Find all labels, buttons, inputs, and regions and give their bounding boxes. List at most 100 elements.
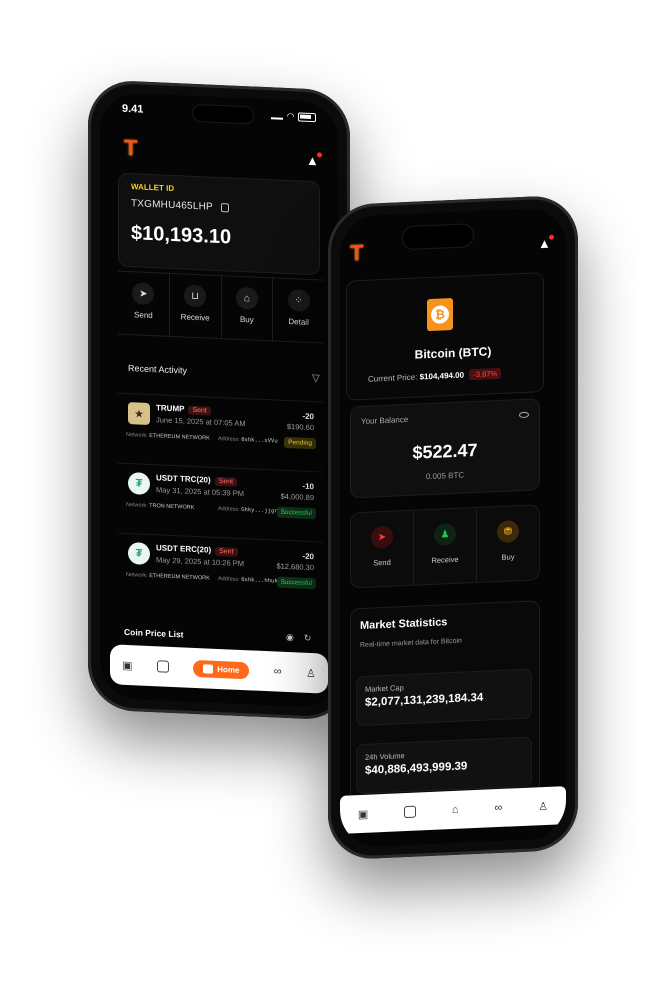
wallet-home-screen: 9.41 ◠ T ▲ WALLET ID TXGMHU465LHP $10,19… (100, 91, 338, 709)
recent-activity-title: Recent Activity (128, 363, 188, 376)
eye-icon[interactable]: ◉ (286, 632, 294, 643)
market-cap-label: Market Cap (365, 683, 404, 694)
status-time: 9.41 (122, 102, 144, 116)
phone-coin-detail: T ▲ ₿ Bitcoin (BTC) Current Price: $104,… (328, 194, 578, 861)
transaction-row[interactable]: ₮ USDT ERC(20) Sent May 29, 2025 at 10:26… (118, 532, 324, 610)
coin-price-list-title: Coin Price List (124, 626, 184, 640)
notification-bell-icon[interactable]: ▲ (538, 234, 554, 251)
transaction-network: Network: ETHEREUM NETWORK (126, 431, 210, 442)
detail-icon: ⁘ (287, 288, 310, 312)
eye-icon[interactable] (519, 411, 529, 419)
buy-label: Buy (239, 314, 254, 325)
send-action[interactable]: ➤ Send (118, 271, 170, 336)
transaction-usd: $4,000.89 (280, 491, 314, 503)
transaction-date: May 31, 2025 at 05:39 PM (156, 485, 244, 499)
nav-profile-icon[interactable]: ♙ (538, 799, 548, 812)
status-badge: Successful (276, 576, 316, 590)
wallet-id-label: WALLET ID (131, 182, 175, 194)
receive-icon: ⊔ (184, 284, 207, 308)
receive-action[interactable]: ⊔ Receive (169, 273, 222, 339)
signal-icon (271, 111, 284, 120)
detail-action[interactable]: ⁘ Detail (273, 278, 324, 342)
nav-home-button[interactable]: Home (193, 659, 250, 679)
send-icon: ➤ (132, 282, 155, 306)
transaction-amount: -20 (302, 551, 314, 562)
nav-home-icon[interactable]: ⌂ (452, 804, 459, 816)
copy-icon[interactable] (220, 202, 229, 213)
nav-cards-icon[interactable] (156, 660, 169, 673)
notification-dot (549, 234, 554, 240)
transaction-address: Address: Ghky...jjgr (218, 505, 278, 515)
price-change-badge: -3.87% (469, 367, 502, 381)
your-balance-label: Your Balance (361, 414, 409, 427)
bitcoin-logo-icon: ₿ (427, 298, 453, 332)
transaction-name: USDT TRC(20) Sent (156, 473, 238, 487)
transaction-address: Address: 0xhk...hhuk (218, 575, 278, 585)
transaction-amount: -10 (302, 481, 314, 492)
send-icon: ➤ (371, 525, 393, 549)
nav-profile-icon[interactable]: ♙ (306, 666, 316, 679)
wallet-card: WALLET ID TXGMHU465LHP $10,193.10 (118, 172, 320, 276)
sent-tag: Sent (215, 546, 238, 557)
wallet-actions: ➤ Send ⊔ Receive ⌂ Buy ⁘ Detail (118, 270, 324, 344)
coin-actions: ➤ Send ♟ Receive ⛃ Buy (350, 504, 540, 589)
send-label: Send (134, 310, 153, 321)
sent-tag: Sent (188, 405, 211, 416)
app-logo: T (124, 134, 138, 161)
wifi-icon: ◠ (287, 110, 294, 121)
app-logo: T (350, 239, 364, 266)
wallet-id-row: TXGMHU465LHP (131, 198, 229, 213)
status-badge: Pending (284, 436, 316, 450)
nav-wallet-icon[interactable]: ▣ (122, 658, 132, 671)
nav-wallet-icon[interactable]: ▣ (358, 807, 368, 820)
transaction-network: Network: TRON NETWORK (126, 501, 195, 511)
volume-label: 24h Volume (365, 751, 405, 762)
coin-detail-screen: T ▲ ₿ Bitcoin (BTC) Current Price: $104,… (340, 207, 566, 848)
buy-label: Buy (501, 552, 515, 562)
transaction-row[interactable]: ₮ USDT TRC(20) Sent May 31, 2025 at 05:39… (118, 462, 324, 540)
coin-list-controls: ◉ ↻ (286, 632, 311, 644)
transaction-row[interactable]: ★ TRUMP Sent June 15, 2025 at 07:05 AM -2… (118, 392, 324, 470)
nav-home-label: Home (217, 664, 240, 675)
receive-label: Receive (180, 312, 210, 323)
transaction-date: June 15, 2025 at 07:05 AM (156, 415, 246, 429)
transaction-date: May 29, 2025 at 10:26 PM (156, 555, 244, 569)
nav-link-icon[interactable]: ∞ (495, 802, 503, 814)
transaction-usd: $190.60 (286, 421, 314, 433)
your-balance-btc: 0.005 BTC (425, 470, 465, 482)
receive-action[interactable]: ♟ Receive (414, 507, 477, 585)
home-icon (203, 663, 214, 674)
notification-dot (317, 152, 322, 158)
notification-bell-icon[interactable]: ▲ (306, 152, 322, 168)
dynamic-island (192, 103, 254, 125)
volume-value: $40,886,493,999.39 (365, 760, 468, 777)
receive-label: Receive (431, 554, 459, 565)
transaction-name: TRUMP Sent (156, 403, 211, 416)
buy-action[interactable]: ⌂ Buy (221, 276, 274, 341)
nav-cards-icon[interactable] (404, 805, 417, 819)
wallet-id-value: TXGMHU465LHP (131, 198, 213, 213)
usdt-coin-icon: ₮ (128, 542, 150, 565)
nav-link-icon[interactable]: ∞ (274, 665, 282, 677)
buy-icon: ⌂ (235, 286, 258, 310)
bottom-nav: ▣ Home ∞ ♙ (110, 644, 328, 694)
battery-icon (298, 111, 316, 122)
transaction-amount: -20 (302, 411, 314, 422)
market-cap-value: $2,077,131,239,184.34 (365, 691, 484, 709)
dynamic-island (402, 223, 474, 251)
transaction-usd: $12,680.30 (276, 561, 314, 573)
send-label: Send (373, 557, 391, 568)
send-action[interactable]: ➤ Send (351, 510, 414, 588)
filter-icon[interactable]: ▽ (312, 373, 320, 384)
trump-coin-icon: ★ (128, 402, 150, 425)
detail-label: Detail (288, 317, 309, 327)
wallet-balance: $10,193.10 (131, 222, 232, 249)
usdt-coin-icon: ₮ (128, 472, 150, 495)
phone-wallet-home: 9.41 ◠ T ▲ WALLET ID TXGMHU465LHP $10,19… (88, 79, 350, 721)
your-balance-card: Your Balance $522.47 0.005 BTC (350, 398, 540, 499)
refresh-icon[interactable]: ↻ (304, 633, 312, 644)
status-badge: Successful (276, 506, 316, 520)
transaction-name: USDT ERC(20) Sent (156, 543, 238, 557)
buy-icon: ⛃ (497, 520, 519, 544)
buy-action[interactable]: ⛃ Buy (477, 505, 539, 582)
